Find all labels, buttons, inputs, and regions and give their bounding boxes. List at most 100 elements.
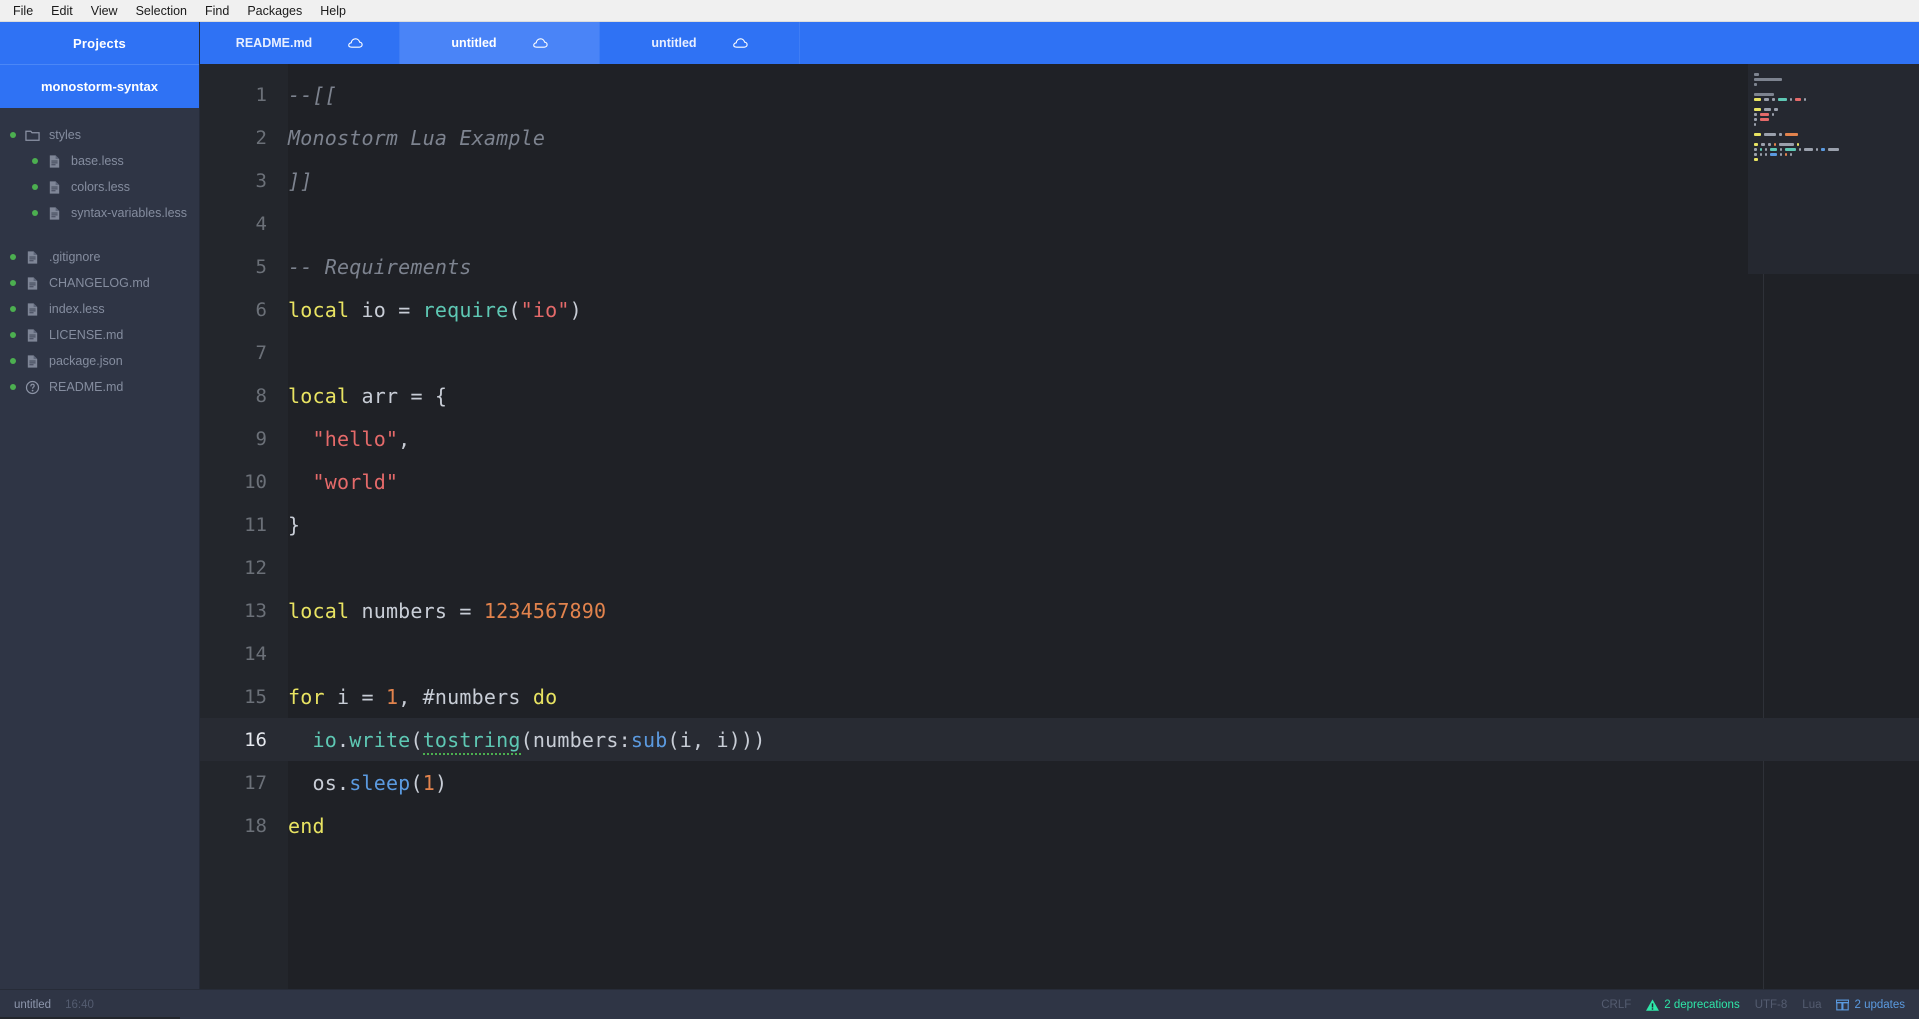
code-line-17[interactable]: 17 os.sleep(1): [200, 761, 1919, 804]
tab-save-indicator[interactable]: [348, 37, 363, 49]
cloud-icon: [732, 38, 748, 48]
code-line-8[interactable]: 8 local arr = {: [200, 374, 1919, 417]
file-icon: [49, 206, 60, 220]
line-number[interactable]: 9: [200, 428, 288, 450]
tree-item-changelog-md[interactable]: CHANGELOG.md: [0, 270, 199, 296]
line-number[interactable]: 4: [200, 213, 288, 235]
menu-item-view[interactable]: View: [82, 0, 127, 22]
tree-item-gitignore[interactable]: .gitignore: [0, 244, 199, 270]
line-number[interactable]: 6: [200, 299, 288, 321]
line-number[interactable]: 15: [200, 686, 288, 708]
status-line-ending[interactable]: CRLF: [1601, 999, 1631, 1011]
menu-item-find[interactable]: Find: [196, 0, 238, 22]
status-updates[interactable]: 2 updates: [1836, 999, 1905, 1011]
minimap-token: [1754, 158, 1759, 161]
tree-item-label: .gitignore: [49, 250, 101, 264]
menu-item-help[interactable]: Help: [311, 0, 355, 22]
menu-item-edit[interactable]: Edit: [42, 0, 82, 22]
line-number[interactable]: 3: [200, 170, 288, 192]
editor-tab-0[interactable]: README.md: [200, 22, 400, 64]
editor-tab-2[interactable]: untitled: [600, 22, 800, 64]
line-number[interactable]: 11: [200, 514, 288, 536]
tree-item-syntax-variables-less[interactable]: syntax-variables.less: [0, 200, 199, 226]
line-number[interactable]: 5: [200, 256, 288, 278]
file-icon: [27, 328, 38, 342]
tree-item-readme-md[interactable]: README.md: [0, 374, 199, 400]
tab-save-indicator[interactable]: [532, 37, 548, 49]
code-line-1[interactable]: 1 --[[: [200, 73, 1919, 116]
code-text: local arr = {: [288, 384, 447, 408]
minimap-token: [1759, 118, 1770, 121]
tree-item-colors-less[interactable]: colors.less: [0, 174, 199, 200]
tree-item-package-json[interactable]: package.json: [0, 348, 199, 374]
code-line-5[interactable]: 5 -- Requirements: [200, 245, 1919, 288]
code-line-14[interactable]: 14: [200, 632, 1919, 675]
status-file-name[interactable]: untitled: [14, 999, 51, 1011]
line-number[interactable]: 10: [200, 471, 288, 493]
line-number[interactable]: 17: [200, 772, 288, 794]
menu-item-file[interactable]: File: [4, 0, 42, 22]
line-number[interactable]: 12: [200, 557, 288, 579]
token: = {: [410, 383, 448, 408]
code-line-9[interactable]: 9 "hello",: [200, 417, 1919, 460]
status-cursor-position[interactable]: 16:40: [65, 999, 94, 1011]
project-root-item[interactable]: monostorm-syntax: [0, 64, 199, 108]
line-number[interactable]: 13: [200, 600, 288, 622]
line-number[interactable]: 2: [200, 127, 288, 149]
minimap[interactable]: [1748, 64, 1919, 274]
tree-item-license-md[interactable]: LICENSE.md: [0, 322, 199, 348]
tree-item-label: package.json: [49, 354, 123, 368]
tree-item-styles[interactable]: styles: [0, 122, 199, 148]
code-line-6[interactable]: 6 local io = require("io"): [200, 288, 1919, 331]
token: tostring: [422, 727, 521, 755]
minimap-token: [1821, 148, 1826, 151]
minimap-token: [1790, 153, 1793, 156]
minimap-token: [1770, 153, 1778, 156]
code-line-15[interactable]: 15 for i = 1, #numbers do: [200, 675, 1919, 718]
menu-item-packages[interactable]: Packages: [238, 0, 311, 22]
code-lines: 1 --[[2 Monostorm Lua Example 3]] 4 5 -- Requi…: [200, 64, 1919, 847]
line-number[interactable]: 14: [200, 643, 288, 665]
tree-item-icon-wrap: [25, 250, 49, 265]
menu-item-selection[interactable]: Selection: [127, 0, 196, 22]
token: local: [288, 297, 350, 322]
line-number[interactable]: 1: [200, 84, 288, 106]
code-line-18[interactable]: 18 end: [200, 804, 1919, 847]
tree-item-icon-wrap: [25, 380, 49, 395]
tab-save-indicator[interactable]: [732, 37, 748, 49]
status-encoding[interactable]: UTF-8: [1755, 999, 1788, 1011]
code-line-2[interactable]: 2 Monostorm Lua Example: [200, 116, 1919, 159]
line-number[interactable]: 16: [200, 729, 288, 751]
code-line-4[interactable]: 4: [200, 202, 1919, 245]
code-line-13[interactable]: 13 local numbers = 1234567890: [200, 589, 1919, 632]
minimap-token: [1798, 148, 1801, 151]
code-line-16[interactable]: 16 io.write(tostring(numbers:sub(i, i))): [200, 718, 1919, 761]
code-line-10[interactable]: 10 "world": [200, 460, 1919, 503]
git-status-dot: [10, 384, 16, 390]
code-text: }: [288, 513, 300, 537]
tab-label: README.md: [235, 36, 313, 50]
minimap-token: [1772, 113, 1775, 116]
token: for: [288, 684, 325, 709]
line-number[interactable]: 18: [200, 815, 288, 837]
code-editor[interactable]: 1 --[[2 Monostorm Lua Example 3]] 4 5 -- Requi…: [200, 64, 1919, 989]
code-line-11[interactable]: 11}: [200, 503, 1919, 546]
editor-tab-1[interactable]: untitled: [400, 22, 600, 64]
code-line-3[interactable]: 3]]: [200, 159, 1919, 202]
status-deprecations[interactable]: 2 deprecations: [1646, 999, 1740, 1011]
token: ): [569, 297, 582, 322]
code-line-12[interactable]: 12: [200, 546, 1919, 589]
line-number[interactable]: 8: [200, 385, 288, 407]
status-grammar[interactable]: Lua: [1802, 999, 1821, 1011]
line-number[interactable]: 7: [200, 342, 288, 364]
token: ]]: [288, 168, 313, 193]
code-line-7[interactable]: 7: [200, 331, 1919, 374]
tree-item-index-less[interactable]: index.less: [0, 296, 199, 322]
token: end: [288, 813, 325, 838]
editor-column: README.md untitled untitled 1 --[[2 Monostor…: [200, 22, 1919, 989]
token: io: [349, 297, 399, 322]
tree-item-icon-wrap: [25, 328, 49, 343]
tree-item-base-less[interactable]: base.less: [0, 148, 199, 174]
token: =: [459, 598, 484, 623]
